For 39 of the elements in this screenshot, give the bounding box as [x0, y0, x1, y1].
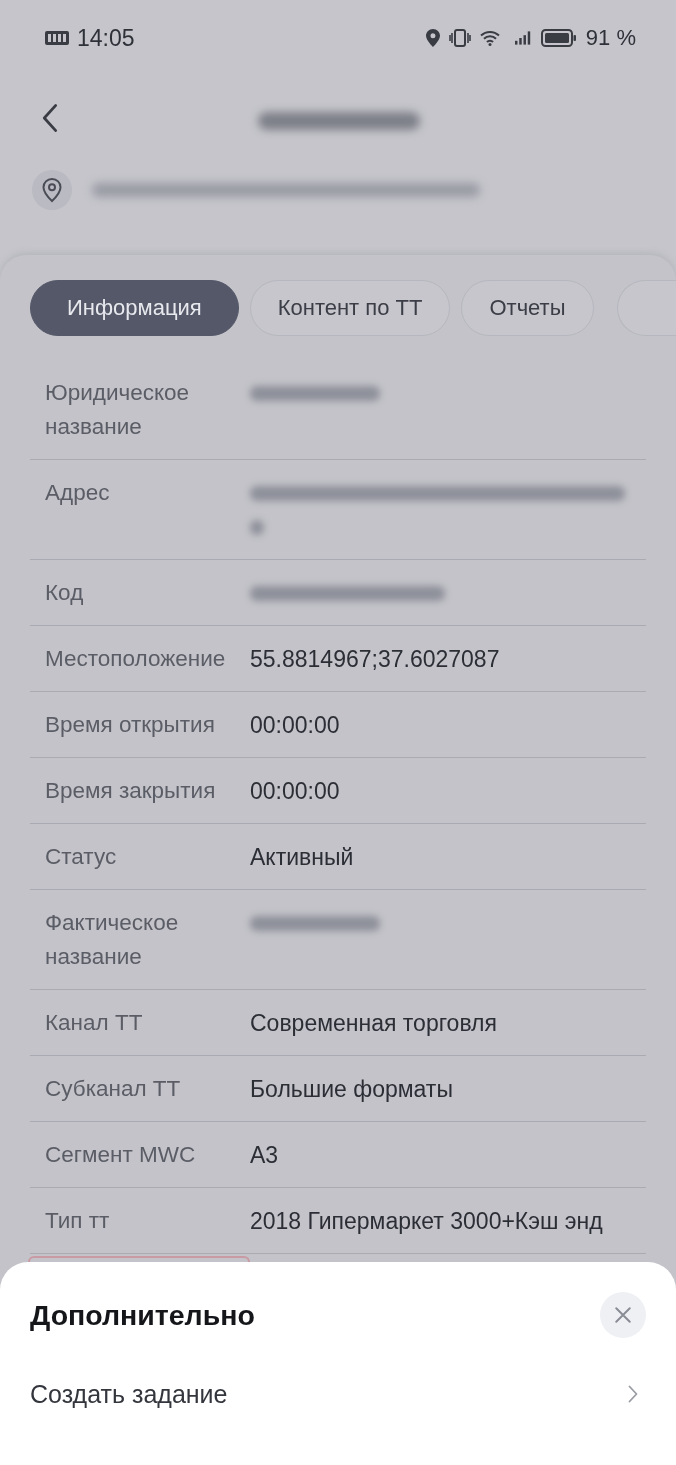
field-value: Современная торговля [250, 1009, 497, 1038]
field-label: Код [45, 579, 85, 607]
battery-percent: 91 % [585, 25, 636, 51]
field-label: Время закрытия [45, 777, 217, 805]
battery-icon [540, 29, 577, 47]
field-value: 00:00:00 [250, 777, 340, 806]
field-label: Сегмент MWC [45, 1141, 197, 1169]
status-time: 14:05 [77, 24, 135, 52]
chevron-right-icon [628, 1385, 638, 1403]
field-label: Адрес [45, 479, 111, 507]
menu-item[interactable]: Создать задание [0, 1374, 676, 1414]
field-value: 55.8814967;37.6027087 [250, 645, 500, 674]
field-value: 2018 Гипермаркет 3000+Кэш энд [250, 1207, 603, 1236]
field-value: Большие форматы [250, 1075, 453, 1104]
field-value: Активный [250, 843, 354, 872]
field-label: Фактическое название [45, 909, 180, 971]
blurred-value [250, 519, 264, 535]
field-label: Время открытия [45, 711, 216, 739]
field-label: Юридическое название [45, 379, 191, 441]
close-icon [614, 1306, 632, 1324]
tab[interactable]: Информация [30, 280, 239, 336]
field-label: Субканал ТТ [45, 1075, 182, 1103]
field-label: Статус [45, 843, 118, 871]
chevron-left-icon [42, 103, 58, 133]
field-value: 00:00:00 [250, 711, 340, 740]
wifi-icon [479, 30, 500, 46]
tab[interactable]: Контент по ТТ [249, 280, 451, 336]
location-pin-icon [32, 170, 72, 210]
field-label: Тип тт [45, 1207, 111, 1235]
location-pin-icon [425, 29, 440, 47]
vibrate-icon [448, 29, 471, 47]
network-badge-icon [45, 31, 69, 45]
field-label: Местоположение [45, 645, 227, 673]
field-value: A3 [250, 1141, 279, 1170]
sheet-title: Дополнительно [30, 1298, 255, 1332]
signal-icon [514, 31, 532, 45]
tab[interactable]: Отчеты [461, 280, 594, 336]
close-button[interactable] [600, 1292, 646, 1338]
field-label: Канал ТТ [45, 1009, 144, 1037]
